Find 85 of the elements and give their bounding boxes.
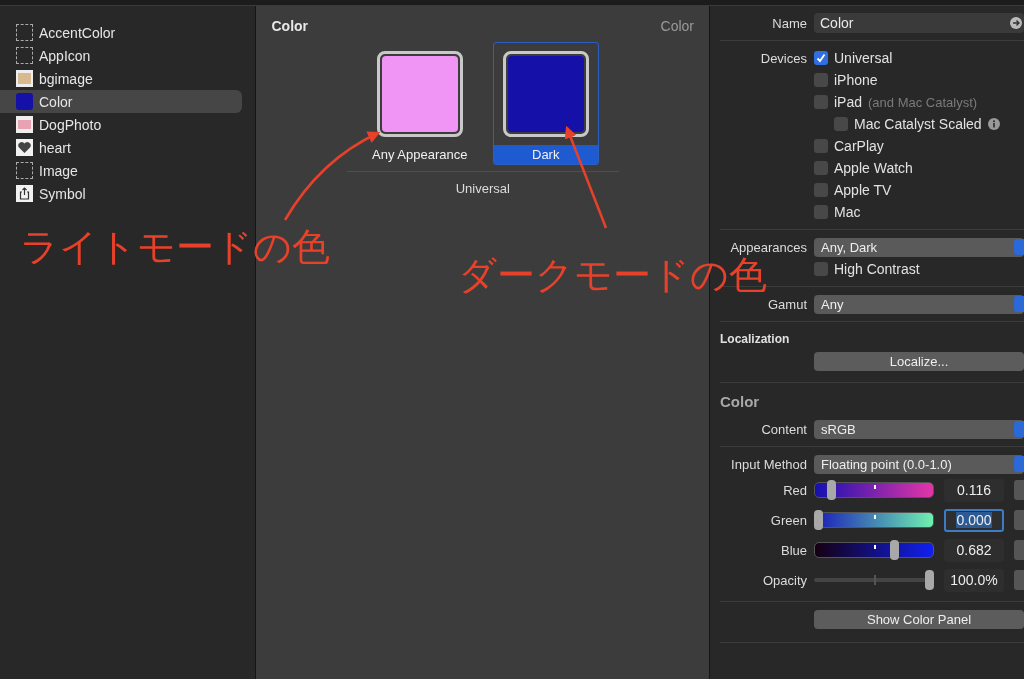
- checkbox-label: Universal: [834, 50, 893, 66]
- field-label: Content: [760, 421, 807, 437]
- checkbox-label: High Contrast: [834, 261, 920, 277]
- share-icon: [16, 185, 33, 202]
- value-field[interactable]: 0.000: [944, 508, 1004, 532]
- slider-label: Opacity: [761, 572, 807, 588]
- checkbox[interactable]: [814, 73, 828, 87]
- asset-list-item[interactable]: bgimage: [0, 67, 243, 90]
- checkbox-label: iPad: [834, 94, 863, 110]
- checkbox[interactable]: [814, 95, 828, 109]
- appearance-label: Any Appearance: [371, 146, 469, 164]
- checkbox-label: Mac: [834, 204, 861, 220]
- color-slider[interactable]: [814, 570, 934, 590]
- slider-thumb[interactable]: [826, 480, 836, 500]
- asset-list-item[interactable]: AccentColor: [0, 21, 243, 44]
- image-thumbnail-icon: [16, 116, 33, 133]
- section-title: Color: [720, 392, 761, 412]
- annotation-text: ライトモードの色: [20, 224, 330, 271]
- field-label: Devices: [759, 50, 807, 66]
- section-title: Localization: [720, 331, 791, 348]
- slider-thumb[interactable]: [925, 570, 934, 590]
- stepper-icon[interactable]: [1014, 296, 1024, 312]
- info-icon[interactable]: [987, 118, 1000, 130]
- slider-label: Red: [782, 482, 807, 498]
- dashed-square-icon: [16, 47, 33, 64]
- asset-list-item[interactable]: Image: [0, 159, 243, 182]
- checkbox[interactable]: [814, 139, 828, 153]
- color-slider[interactable]: [814, 480, 934, 500]
- stepper-icon[interactable]: [1014, 570, 1024, 590]
- asset-list-item[interactable]: heart: [0, 136, 243, 159]
- localize-button[interactable]: Localize...: [814, 351, 1024, 371]
- checkbox[interactable]: [814, 51, 828, 65]
- checkbox-label: Apple TV: [834, 182, 892, 198]
- checkbox[interactable]: [814, 183, 828, 197]
- editor-title: Color: [271, 18, 309, 34]
- slider-label: Green: [769, 512, 807, 528]
- color-well-slot[interactable]: Any Appearance: [366, 42, 473, 165]
- checkbox-label: CarPlay: [834, 138, 884, 154]
- image-thumbnail-icon: [16, 70, 33, 87]
- field-label: Name: [771, 15, 807, 31]
- slider-thumb[interactable]: [814, 510, 823, 530]
- stepper-icon[interactable]: [1014, 540, 1024, 560]
- asset-type-label: Color: [660, 18, 694, 34]
- checkbox-label: iPhone: [834, 72, 878, 88]
- checkbox-label: Mac Catalyst Scaled: [854, 116, 982, 132]
- stepper-icon[interactable]: [1014, 456, 1024, 472]
- arrow-circle-icon[interactable]: [1010, 17, 1022, 29]
- checkbox[interactable]: [814, 161, 828, 175]
- slider-label: Blue: [779, 542, 807, 558]
- stepper-icon[interactable]: [1014, 239, 1024, 255]
- appearances-popup[interactable]: Any, Dark: [814, 237, 1024, 257]
- asset-list-item[interactable]: Color: [0, 90, 243, 113]
- asset-list-item[interactable]: Symbol: [0, 182, 243, 205]
- gamut-popup[interactable]: Any: [814, 294, 1024, 314]
- value-field[interactable]: 100.0%: [944, 568, 1004, 592]
- dashed-square-icon: [16, 24, 33, 41]
- checkbox[interactable]: [834, 117, 848, 131]
- value-field[interactable]: 0.116: [944, 478, 1004, 502]
- stepper-icon[interactable]: [1014, 480, 1024, 500]
- field-label: Input Method: [730, 456, 807, 472]
- heart-icon: [16, 139, 33, 156]
- device-group-label: Universal: [454, 181, 511, 196]
- checkbox[interactable]: [814, 205, 828, 219]
- checkbox-note: (and Mac Catalyst): [868, 94, 978, 110]
- show-color-panel-button[interactable]: Show Color Panel: [814, 609, 1024, 629]
- stepper-icon[interactable]: [1014, 510, 1024, 530]
- value-field[interactable]: 0.682: [944, 538, 1004, 562]
- annotation-text: ダークモードの色: [458, 253, 767, 299]
- field-label: Appearances: [729, 239, 807, 255]
- appearance-label: Dark: [493, 145, 598, 164]
- color-swatch-icon: [16, 93, 33, 110]
- dashed-square-icon: [16, 162, 33, 179]
- field-label: Gamut: [767, 296, 807, 312]
- name-field[interactable]: Color: [814, 13, 1024, 33]
- slider-thumb[interactable]: [889, 540, 899, 560]
- content-popup[interactable]: sRGB: [814, 419, 1024, 439]
- checkbox[interactable]: [814, 262, 828, 276]
- checkbox-label: Apple Watch: [834, 160, 913, 176]
- color-well-slot[interactable]: Dark: [492, 42, 599, 165]
- input-method-popup[interactable]: Floating point (0.0-1.0): [814, 454, 1024, 474]
- asset-list-item[interactable]: DogPhoto: [0, 113, 243, 136]
- color-slider[interactable]: [814, 510, 934, 530]
- stepper-icon[interactable]: [1014, 421, 1024, 437]
- asset-list-item[interactable]: AppIcon: [0, 44, 243, 67]
- color-slider[interactable]: [814, 540, 934, 560]
